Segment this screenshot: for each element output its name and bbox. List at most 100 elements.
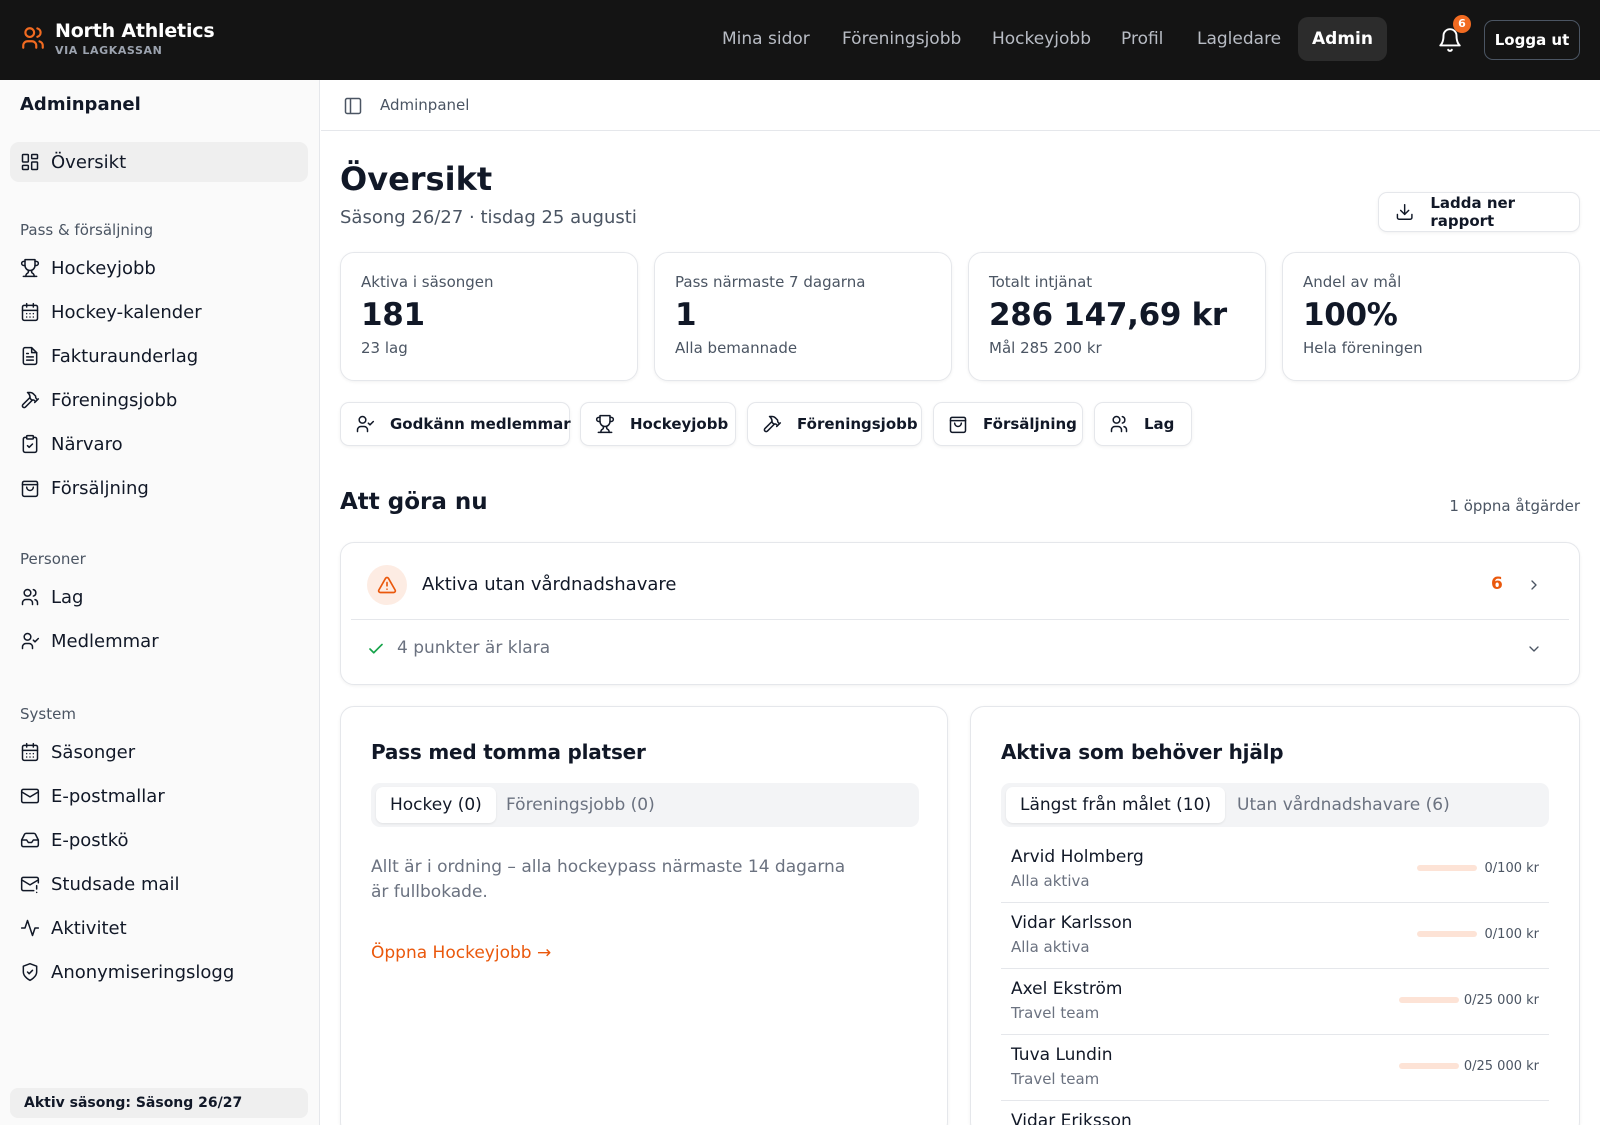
active-season-badge: Aktiv säsong: Säsong 26/27: [10, 1088, 308, 1118]
sidebar-item-fakturaunderlag[interactable]: Fakturaunderlag: [10, 336, 308, 376]
nav-mina-sidor[interactable]: Mina sidor: [722, 17, 810, 61]
list-item[interactable]: Vidar Karlsson Alla aktiva 0/100 kr: [1001, 903, 1549, 969]
kpi-sub: Mål 285 200 kr: [989, 339, 1102, 357]
empty-state-message: Allt är i ordning – alla hockeypass närm…: [371, 857, 846, 902]
todo-open-count: 1 öppna åtgärder: [1449, 497, 1580, 515]
dashboard-icon: [21, 153, 39, 171]
sidebar-item-label: Föreningsjobb: [51, 389, 178, 411]
sidebar-toggle-icon[interactable]: [343, 96, 363, 116]
activity-icon: [20, 919, 40, 937]
list-item[interactable]: Axel Ekström Travel team 0/25 000 kr: [1001, 969, 1549, 1035]
download-report-label: Ladda ner rapport: [1430, 194, 1516, 230]
progress-bar: [1399, 997, 1459, 1003]
sidebar-item-label: Närvaro: [51, 433, 123, 455]
card-title: Pass med tomma platser: [371, 740, 646, 764]
tab-without-guardian[interactable]: Utan vårdnadshavare (6): [1223, 787, 1464, 823]
sidebar-item-studsade-mail[interactable]: Studsade mail: [10, 864, 308, 904]
kpi-value: 286 147,69 kr: [989, 297, 1227, 333]
kpi-card-shifts: Pass närmaste 7 dagarna 1 Alla bemannade: [654, 252, 952, 381]
todo-item-title[interactable]: Aktiva utan vårdnadshavare: [422, 574, 676, 595]
nav-hockeyjobb[interactable]: Hockeyjobb: [992, 17, 1091, 61]
top-bar: North Athletics VIA LAGKASSAN Mina sidor…: [0, 0, 1600, 80]
chevron-down-icon[interactable]: [1526, 641, 1542, 657]
athlete-name: Tuva Lundin: [1011, 1045, 1113, 1065]
sidebar-item-oversikt[interactable]: Översikt: [10, 142, 308, 182]
kpi-card-earned: Totalt intjänat 286 147,69 kr Mål 285 20…: [968, 252, 1266, 381]
sidebar-item-narvaro[interactable]: Närvaro: [10, 424, 308, 464]
tab-hockey[interactable]: Hockey (0): [376, 787, 496, 823]
todo-item-count: 6: [1491, 574, 1503, 594]
hockeyjobb-button[interactable]: Hockeyjobb: [580, 402, 736, 446]
sidebar-item-forsaljning[interactable]: Försäljning: [10, 468, 308, 508]
warning-badge: [367, 565, 407, 605]
download-report-button[interactable]: Ladda ner rapport: [1378, 192, 1580, 232]
sidebar-item-foreningsjobb[interactable]: Föreningsjobb: [10, 380, 308, 420]
sidebar-item-label: Fakturaunderlag: [51, 345, 199, 367]
kpi-label: Pass närmaste 7 dagarna: [675, 273, 866, 291]
sidebar-item-aktivitet[interactable]: Aktivitet: [10, 908, 308, 948]
sidebar-item-label: Medlemmar: [51, 630, 159, 652]
progress-bar: [1417, 865, 1477, 871]
tab-foreningsjobb[interactable]: Föreningsjobb (0): [492, 787, 669, 823]
sidebar-item-label: Lag: [51, 586, 84, 608]
nav-lagledare[interactable]: Lagledare: [1197, 17, 1281, 61]
sidebar-item-label: E-postmallar: [51, 785, 165, 807]
athlete-name: Vidar Eriksson: [1011, 1111, 1132, 1125]
brand-logo[interactable]: North Athletics VIA LAGKASSAN: [20, 19, 215, 57]
todo-done-summary[interactable]: 4 punkter är klara: [397, 638, 550, 658]
mail-warning-icon: [20, 876, 40, 894]
kpi-sub: Alla bemannade: [675, 339, 798, 357]
kpi-sub: 23 lag: [361, 339, 408, 357]
athlete-amount: 0/25 000 kr: [1463, 993, 1539, 1008]
document-icon: [22, 346, 38, 366]
user-check-icon: [356, 415, 375, 433]
kpi-label: Andel av mål: [1303, 273, 1402, 291]
notification-badge: 6: [1453, 15, 1471, 33]
athlete-team: Alla aktiva: [1011, 872, 1090, 890]
list-item[interactable]: Arvid Holmberg Alla aktiva 0/100 kr: [1001, 837, 1549, 903]
sidebar-item-e-postko[interactable]: E-postkö: [10, 820, 308, 860]
sidebar-item-label: Hockey-kalender: [51, 301, 202, 323]
sidebar-item-lag[interactable]: Lag: [10, 577, 308, 617]
open-hockeyjobb-link[interactable]: Öppna Hockeyjobb →: [371, 943, 551, 963]
kpi-value: 1: [675, 297, 697, 333]
nav-admin[interactable]: Admin: [1298, 17, 1387, 61]
list-item[interactable]: Vidar Eriksson: [1001, 1101, 1549, 1125]
chevron-right-icon[interactable]: [1526, 577, 1542, 593]
sidebar-item-label: Säsonger: [51, 741, 136, 763]
card-title: Aktiva som behöver hjälp: [1001, 740, 1284, 764]
clipboard-check-icon: [22, 434, 38, 454]
quick-action-label: Hockeyjobb: [630, 415, 729, 433]
approve-members-button[interactable]: Godkänn medlemmar: [340, 402, 571, 446]
check-icon: [369, 643, 383, 654]
users-icon: [22, 27, 44, 49]
progress-bar: [1399, 1063, 1459, 1069]
brand-name: North Athletics: [55, 20, 215, 42]
user-check-icon: [21, 632, 40, 650]
mail-icon: [20, 788, 40, 804]
logout-button[interactable]: Logga ut: [1484, 20, 1580, 60]
foreningsjobb-button[interactable]: Föreningsjobb: [747, 402, 922, 446]
sidebar-item-hockey-kalender[interactable]: Hockey-kalender: [10, 292, 308, 332]
sidebar-item-hockeyjobb[interactable]: Hockeyjobb: [10, 248, 308, 288]
forsaljning-button[interactable]: Försäljning: [933, 402, 1083, 446]
tab-furthest-from-goal[interactable]: Längst från målet (10): [1006, 787, 1226, 823]
sidebar-item-medlemmar[interactable]: Medlemmar: [10, 621, 308, 661]
athlete-team: Travel team: [1011, 1070, 1100, 1088]
kpi-label: Totalt intjänat: [989, 273, 1093, 291]
sidebar-item-e-postmallar[interactable]: E-postmallar: [10, 776, 308, 816]
list-item[interactable]: Tuva Lundin Travel team 0/25 000 kr: [1001, 1035, 1549, 1101]
kpi-value: 100%: [1303, 297, 1398, 333]
kpi-sub: Hela föreningen: [1303, 339, 1423, 357]
calendar-icon: [21, 302, 39, 322]
sidebar-item-anonymiseringslogg[interactable]: Anonymiseringslogg: [10, 952, 308, 992]
tab-bar: Längst från målet (10) Utan vårdnadshava…: [1001, 783, 1549, 827]
sidebar-section-system: System: [20, 705, 76, 723]
todo-title: Att göra nu: [340, 489, 488, 515]
nav-foreningsjobb[interactable]: Föreningsjobb: [842, 17, 961, 61]
breadcrumb[interactable]: Adminpanel: [380, 96, 469, 114]
shopping-bag-icon: [949, 416, 967, 434]
nav-profil[interactable]: Profil: [1121, 17, 1163, 61]
sidebar-item-sasonger[interactable]: Säsonger: [10, 732, 308, 772]
lag-button[interactable]: Lag: [1094, 402, 1192, 446]
